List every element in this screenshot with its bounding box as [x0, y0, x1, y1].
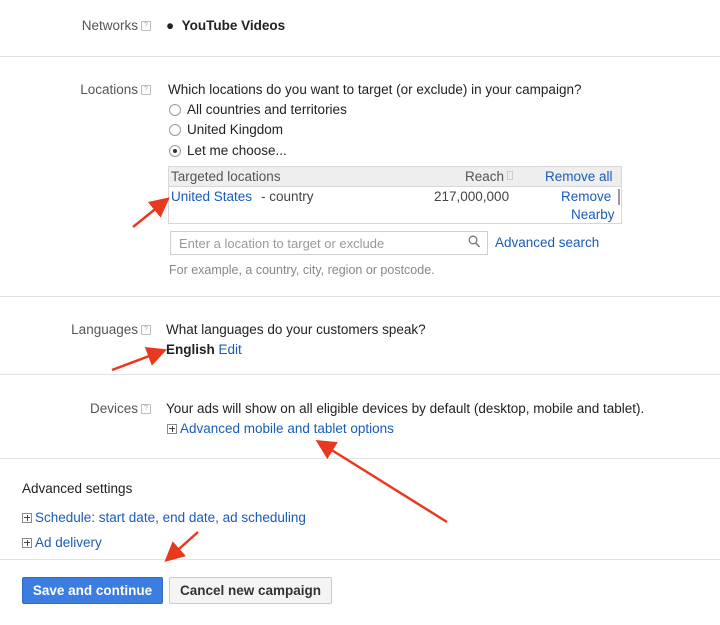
arrow-icon [132, 197, 170, 228]
arrow-icon [164, 531, 199, 562]
arrow-icon [111, 347, 168, 372]
annotation-arrows [111, 197, 448, 562]
arrow-icon [315, 440, 448, 524]
